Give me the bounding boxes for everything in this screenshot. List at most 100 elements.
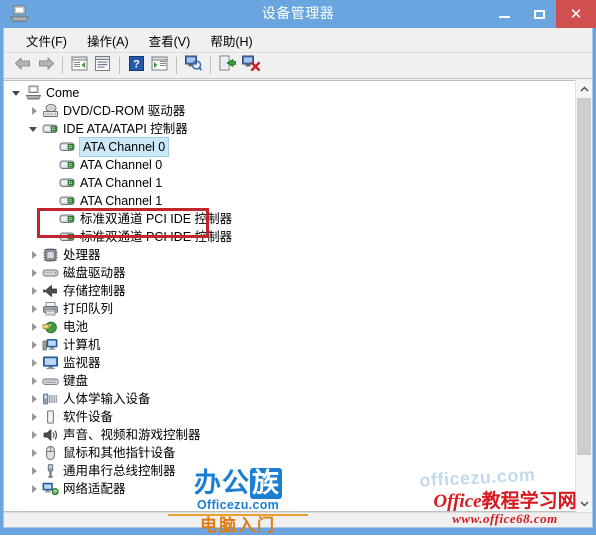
ata-channel-icon [59,139,76,155]
vertical-scrollbar[interactable] [575,80,592,512]
chevron-up-icon [580,86,588,91]
monitor-icon [42,355,59,371]
device-manager-window: 设备管理器 ✕ 文件(F) 操作(A) 查看(V) 帮助(H) ? Come D… [0,0,596,536]
tree-item[interactable]: 标准双通道 PCI IDE 控制器 [4,228,560,246]
menu-action[interactable]: 操作(A) [77,28,139,53]
tree-item[interactable]: ATA Channel 1 [4,174,560,192]
expand-triangle-icon[interactable] [29,430,40,441]
tree-item[interactable]: DVD/CD-ROM 驱动器 [4,102,560,120]
toolbar: ? [4,53,592,79]
menu-file[interactable]: 文件(F) [16,28,77,53]
properties-button[interactable] [92,55,113,76]
expand-triangle-icon[interactable] [29,304,40,315]
expand-triangle-icon[interactable] [29,250,40,261]
menu-help[interactable]: 帮助(H) [200,28,262,53]
collapse-triangle-icon[interactable] [12,88,23,99]
tree-item[interactable]: 鼠标和其他指针设备 [4,444,560,462]
expand-triangle-icon[interactable] [29,340,40,351]
tree-item[interactable]: 电池 [4,318,560,336]
tree-item[interactable]: Come [4,84,560,102]
maximize-button[interactable] [524,0,554,28]
expand-triangle-icon[interactable] [29,484,40,495]
device-tree-pane[interactable]: Come DVD/CD-ROM 驱动器 IDE ATA/ATAPI 控制器 ATA C… [4,80,592,512]
tree-item[interactable]: 人体学输入设备 [4,390,560,408]
scroll-down-button[interactable] [576,495,592,512]
tree-item[interactable]: 存储控制器 [4,282,560,300]
expand-triangle-icon[interactable] [29,322,40,333]
processor-icon [42,247,59,263]
tree-item-label: 磁盘驱动器 [63,266,126,280]
tree-item-label: ATA Channel 1 [80,194,163,208]
ata-channel-icon [59,211,76,227]
tree-item[interactable]: 磁盘驱动器 [4,264,560,282]
tree-item[interactable]: 键盘 [4,372,560,390]
expand-triangle-icon[interactable] [29,358,40,369]
tree-item[interactable]: 计算机 [4,336,560,354]
tree-item-label: ATA Channel 1 [80,176,163,190]
uninstall-device-button[interactable] [240,55,261,76]
show-hide-action-pane-button[interactable] [149,55,170,76]
scroll-up-button[interactable] [576,80,592,97]
keyboard-icon [42,373,59,389]
expand-triangle-icon[interactable] [29,376,40,387]
dvd-drive-icon [42,103,59,119]
expand-triangle-icon[interactable] [29,412,40,423]
tree-item[interactable]: ATA Channel 1 [4,192,560,210]
tree-item[interactable]: 标准双通道 PCI IDE 控制器 [4,210,560,228]
expand-triangle-icon[interactable] [29,394,40,405]
tree-item[interactable]: 打印队列 [4,300,560,318]
tree-item-label: 通用串行总线控制器 [63,464,176,478]
tree-item-label: 监视器 [63,356,101,370]
update-driver-button[interactable] [217,55,238,76]
tree-item-label: 存储控制器 [63,284,126,298]
forward-button[interactable] [35,55,56,76]
tree-item[interactable]: 声音、视频和游戏控制器 [4,426,560,444]
back-arrow-icon [14,56,32,76]
show-hide-console-tree-button[interactable] [69,55,90,76]
close-button[interactable]: ✕ [556,0,596,28]
computer-icon [25,85,42,101]
expand-triangle-icon[interactable] [29,286,40,297]
status-bar [4,512,592,527]
ata-channel-icon [59,157,76,173]
expand-triangle-icon[interactable] [29,106,40,117]
title-bar[interactable]: 设备管理器 ✕ [0,0,596,28]
help-icon: ? [129,55,144,76]
ata-channel-icon [59,193,76,209]
expand-triangle-icon[interactable] [29,448,40,459]
show-hide-console-tree-icon [71,56,88,76]
minimize-button[interactable] [489,0,519,28]
tree-item[interactable]: ATA Channel 0 [4,156,560,174]
tree-item[interactable]: 通用串行总线控制器 [4,462,560,480]
tree-item-label: 鼠标和其他指针设备 [63,446,176,460]
tree-item[interactable]: 网络适配器 [4,480,560,498]
collapse-triangle-icon[interactable] [29,124,40,135]
tree-item-label: ATA Channel 0 [80,158,163,172]
toolbar-separator [210,57,211,74]
help-button[interactable]: ? [126,55,147,76]
expand-triangle-icon[interactable] [29,466,40,477]
tree-item[interactable]: IDE ATA/ATAPI 控制器 [4,120,560,138]
tree-item[interactable]: ATA Channel 0 [4,137,560,157]
expand-triangle-icon[interactable] [29,268,40,279]
maximize-icon [533,9,545,19]
client-area: 文件(F) 操作(A) 查看(V) 帮助(H) ? Come DVD/CD-RO… [3,28,593,528]
tree-item-label: 电池 [63,320,89,334]
menu-view[interactable]: 查看(V) [139,28,201,53]
forward-arrow-icon [37,56,55,76]
tree-item-label: IDE ATA/ATAPI 控制器 [63,122,188,136]
toolbar-separator [119,57,120,74]
back-button[interactable] [12,55,33,76]
scan-hardware-changes-button[interactable] [183,55,204,76]
storage-controller-icon [42,283,59,299]
software-device-icon [42,409,59,425]
tree-item[interactable]: 处理器 [4,246,560,264]
tree-item[interactable]: 软件设备 [4,408,560,426]
scrollbar-thumb[interactable] [577,98,591,455]
hid-icon [42,391,59,407]
tree-item-label: 计算机 [63,338,101,352]
tree-item[interactable]: 监视器 [4,354,560,372]
